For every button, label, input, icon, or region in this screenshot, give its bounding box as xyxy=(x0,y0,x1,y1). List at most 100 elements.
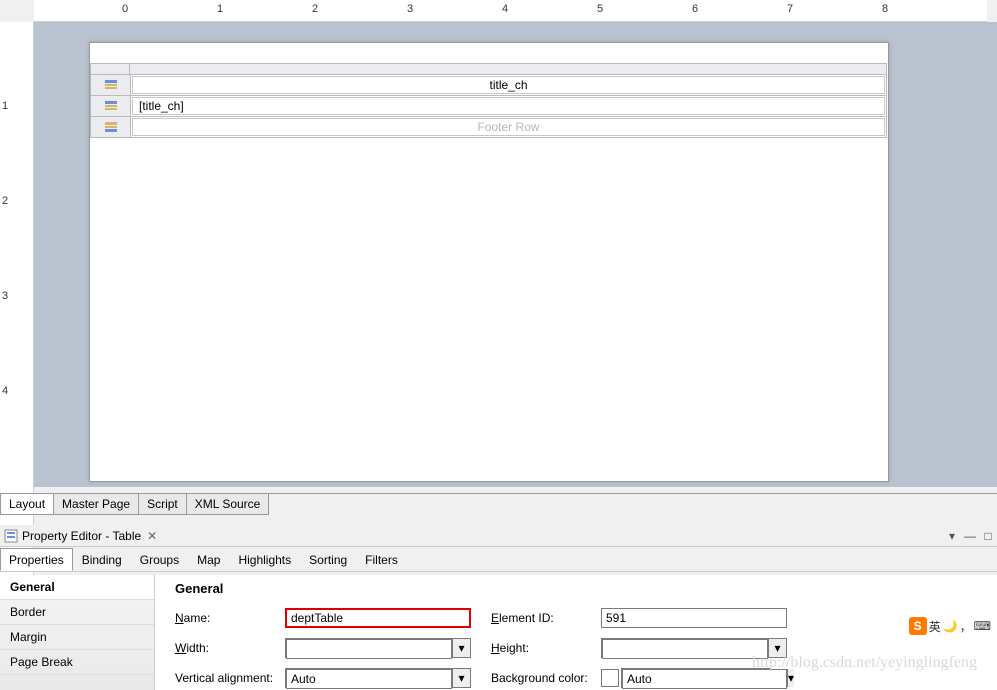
tab-xml-source-label: XML Source xyxy=(195,497,261,511)
width-combo[interactable]: ▾ xyxy=(285,638,471,658)
footer-cell-text: Footer Row xyxy=(477,120,539,134)
panel-minimize-icon[interactable]: — xyxy=(961,529,979,543)
width-input[interactable] xyxy=(286,639,452,659)
table-row-icon xyxy=(104,99,118,113)
property-body: General Border Margin Page Break General… xyxy=(0,575,997,690)
ruler-tick-2: 2 xyxy=(312,3,318,15)
horizontal-ruler: 0 1 2 3 4 5 6 7 8 xyxy=(34,0,987,22)
table-detail-row[interactable]: [title_ch] xyxy=(90,95,887,117)
design-canvas[interactable]: title_ch [title_ch] Footer Row xyxy=(34,22,997,487)
cat-border[interactable]: Border xyxy=(0,600,154,625)
ptab-map-label: Map xyxy=(197,553,220,567)
ptab-highlights-label: Highlights xyxy=(238,553,291,567)
vruler-1: 1 xyxy=(2,100,8,112)
tab-script-label: Script xyxy=(147,497,178,511)
tab-layout-label: Layout xyxy=(9,497,45,511)
ptab-properties-label: Properties xyxy=(9,553,64,567)
vruler-2: 2 xyxy=(2,195,8,207)
ptab-groups[interactable]: Groups xyxy=(131,548,188,571)
name-input[interactable] xyxy=(285,608,471,628)
ruler-tick-1: 1 xyxy=(217,3,223,15)
keyboard-icon: ⌨ xyxy=(974,619,991,633)
panel-maximize-icon[interactable]: □ xyxy=(979,529,997,543)
ptab-properties[interactable]: Properties xyxy=(0,548,73,571)
height-dropdown-icon[interactable]: ▾ xyxy=(768,639,786,657)
tab-layout[interactable]: Layout xyxy=(0,494,54,515)
ime-label: 英 xyxy=(929,618,941,635)
table-row-icon xyxy=(104,78,118,92)
report-table[interactable]: title_ch [title_ch] Footer Row xyxy=(90,63,887,138)
close-panel-icon[interactable]: ✕ xyxy=(147,529,157,543)
ptab-groups-label: Groups xyxy=(140,553,179,567)
valign-dropdown-icon[interactable]: ▾ xyxy=(452,669,470,687)
name-label: Name: xyxy=(175,611,285,625)
detail-row-handle[interactable] xyxy=(91,96,131,116)
height-input[interactable] xyxy=(602,639,768,659)
cat-page-break-label: Page Break xyxy=(10,655,73,669)
width-dropdown-icon[interactable]: ▾ xyxy=(452,639,470,657)
property-panel-header: Property Editor - Table ✕ ▾ — □ xyxy=(0,525,997,547)
detail-cell-text: [title_ch] xyxy=(139,99,184,113)
tab-master-page[interactable]: Master Page xyxy=(53,494,139,515)
height-label: Height: xyxy=(491,641,601,655)
property-tab-bar: Properties Binding Groups Map Highlights… xyxy=(0,548,997,572)
valign-label: Vertical alignment: xyxy=(175,671,285,685)
comma-icon: ， xyxy=(960,618,972,635)
ime-indicator[interactable]: S 英 🌙 ， ⌨ xyxy=(909,617,991,635)
general-heading: General xyxy=(175,581,977,596)
ruler-tick-4: 4 xyxy=(502,3,508,15)
bgcolor-input[interactable] xyxy=(622,669,787,689)
height-combo[interactable]: ▾ xyxy=(601,638,787,658)
report-page[interactable]: title_ch [title_ch] Footer Row xyxy=(89,42,889,482)
property-sidebar: General Border Margin Page Break xyxy=(0,575,155,690)
ruler-tick-3: 3 xyxy=(407,3,413,15)
panel-menu-icon[interactable]: ▾ xyxy=(943,529,961,543)
cat-margin[interactable]: Margin xyxy=(0,625,154,650)
valign-combo[interactable]: ▾ xyxy=(285,668,471,688)
bgcolor-swatch[interactable] xyxy=(601,669,619,687)
bgcolor-combo[interactable]: ▾ xyxy=(621,668,771,688)
vruler-3: 3 xyxy=(2,290,8,302)
ruler-tick-8: 8 xyxy=(882,3,888,15)
bgcolor-dropdown-icon[interactable]: ▾ xyxy=(787,669,794,687)
table-header-row[interactable]: title_ch xyxy=(90,74,887,96)
ptab-filters[interactable]: Filters xyxy=(356,548,407,571)
ruler-tick-6: 6 xyxy=(692,3,698,15)
ruler-tick-0: 0 xyxy=(122,3,128,15)
sogou-icon: S xyxy=(909,617,927,635)
bgcolor-label: Background color: xyxy=(491,671,601,685)
cat-margin-label: Margin xyxy=(10,630,47,644)
footer-row-handle[interactable] xyxy=(91,117,131,137)
ptab-binding-label: Binding xyxy=(82,553,122,567)
tab-script[interactable]: Script xyxy=(138,494,187,515)
ptab-sorting-label: Sorting xyxy=(309,553,347,567)
table-column-handle[interactable] xyxy=(129,63,887,75)
footer-cell[interactable]: Footer Row xyxy=(132,118,885,136)
table-footer-row[interactable]: Footer Row xyxy=(90,116,887,138)
editor-tab-bar: Layout Master Page Script XML Source xyxy=(0,493,997,515)
cat-border-label: Border xyxy=(10,605,46,619)
cat-general-label: General xyxy=(10,580,55,594)
tab-xml-source[interactable]: XML Source xyxy=(186,494,270,515)
header-cell[interactable]: title_ch xyxy=(132,76,885,94)
elementid-input[interactable] xyxy=(601,608,787,628)
ptab-highlights[interactable]: Highlights xyxy=(229,548,300,571)
cat-general[interactable]: General xyxy=(0,575,154,600)
cat-page-break[interactable]: Page Break xyxy=(0,650,154,675)
ruler-tick-7: 7 xyxy=(787,3,793,15)
vruler-4: 4 xyxy=(2,385,8,397)
table-row-icon xyxy=(104,120,118,134)
ptab-filters-label: Filters xyxy=(365,553,398,567)
property-panel-title: Property Editor - Table xyxy=(22,529,141,543)
table-corner-handle[interactable] xyxy=(90,63,130,75)
detail-cell[interactable]: [title_ch] xyxy=(132,97,885,115)
ptab-binding[interactable]: Binding xyxy=(73,548,131,571)
valign-input[interactable] xyxy=(286,669,452,689)
property-editor-icon xyxy=(4,529,18,543)
header-row-handle[interactable] xyxy=(91,75,131,95)
ruler-tick-5: 5 xyxy=(597,3,603,15)
ptab-map[interactable]: Map xyxy=(188,548,229,571)
moon-icon: 🌙 xyxy=(943,619,958,633)
header-cell-text: title_ch xyxy=(489,78,527,92)
ptab-sorting[interactable]: Sorting xyxy=(300,548,356,571)
